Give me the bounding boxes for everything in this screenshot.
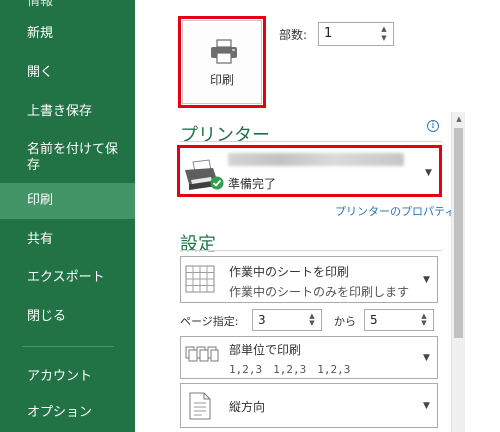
sidebar-separator (22, 346, 114, 347)
printer-section-title: プリンター (180, 125, 270, 146)
copies-spin-up-icon[interactable]: ▲ (379, 25, 389, 34)
orientation-title: 縦方向 (229, 400, 266, 414)
print-what-arrow-icon: ▼ (423, 275, 430, 285)
printer-icon (211, 39, 237, 64)
collation-subtitle: 1,2,3 1,2,3 1,2,3 (229, 363, 351, 376)
sidebar-item-save[interactable]: 上書き保存 (0, 103, 135, 120)
printer-properties-link[interactable]: プリンターのプロパティ (335, 203, 455, 219)
settings-section-title: 設定 (180, 234, 216, 255)
printer-device-icon (185, 159, 224, 190)
portrait-page-icon (189, 392, 211, 420)
print-button-frame: 印刷 (182, 20, 262, 104)
sidebar-item-save-as[interactable]: 名前を付けて保存 (0, 140, 120, 174)
printer-name-blurred (228, 153, 404, 166)
pages-from-input[interactable]: 3 ▲ ▼ (252, 309, 322, 331)
sidebar-item-account[interactable]: アカウント (0, 368, 135, 385)
sidebar-item-print[interactable]: 印刷 (0, 183, 135, 219)
sheet-grid-icon (185, 265, 215, 293)
scroll-up-arrow-icon[interactable]: ▲ (452, 112, 466, 126)
copies-input[interactable]: 1 ▲ ▼ (318, 22, 394, 46)
copies-label: 部数: (279, 28, 308, 42)
settings-section-rule (180, 250, 442, 251)
printer-section-rule (180, 141, 442, 142)
sidebar-item-close[interactable]: 閉じる (0, 308, 135, 325)
sidebar-item-info[interactable]: 情報 (0, 0, 135, 10)
pages-from-spin-down-icon[interactable]: ▼ (307, 319, 317, 328)
settings-scrollbar[interactable]: ▲ (451, 112, 465, 432)
collation-dropdown[interactable]: 部単位で印刷 1,2,3 1,2,3 1,2,3 ▼ (180, 336, 438, 379)
printer-dropdown-arrow-icon: ▼ (425, 168, 432, 178)
sidebar-item-share[interactable]: 共有 (0, 231, 135, 248)
pages-from-value: 3 (258, 313, 266, 327)
sidebar-item-new[interactable]: 新規 (0, 25, 135, 42)
sidebar-item-open[interactable]: 開く (0, 64, 135, 81)
collation-title: 部単位で印刷 (229, 343, 302, 357)
print-button[interactable]: 印刷 (178, 16, 266, 108)
pages-to-label: から (334, 315, 356, 328)
print-button-label: 印刷 (209, 73, 234, 87)
backstage-sidebar: 情報 新規 開く 上書き保存 名前を付けて保存 印刷 共有 エクスポート 閉じる… (0, 0, 135, 432)
print-what-subtitle: 作業中のシートのみを印刷します (229, 285, 410, 299)
scroll-thumb[interactable] (454, 128, 463, 338)
orientation-arrow-icon: ▼ (423, 401, 430, 411)
pages-to-spin-down-icon[interactable]: ▼ (419, 319, 429, 328)
copies-spin-down-icon[interactable]: ▼ (379, 34, 389, 43)
printer-status: 準備完了 (228, 177, 277, 191)
print-what-dropdown[interactable]: 作業中のシートを印刷 作業中のシートのみを印刷します ▼ (180, 256, 438, 303)
print-what-title: 作業中のシートを印刷 (229, 265, 350, 279)
sidebar-item-options[interactable]: オプション (0, 404, 135, 421)
collation-arrow-icon: ▼ (423, 353, 430, 363)
pages-to-value: 5 (370, 313, 378, 327)
pages-to-input[interactable]: 5 ▲ ▼ (364, 309, 434, 331)
pages-label: ページ指定: (180, 315, 239, 328)
collated-pages-icon (185, 346, 219, 362)
orientation-dropdown[interactable]: 縦方向 ▼ (180, 383, 438, 428)
printer-dropdown[interactable]: 準備完了 ▼ (177, 145, 442, 197)
copies-value: 1 (324, 26, 333, 41)
info-icon[interactable]: i (427, 120, 439, 132)
sidebar-item-export[interactable]: エクスポート (0, 269, 135, 286)
